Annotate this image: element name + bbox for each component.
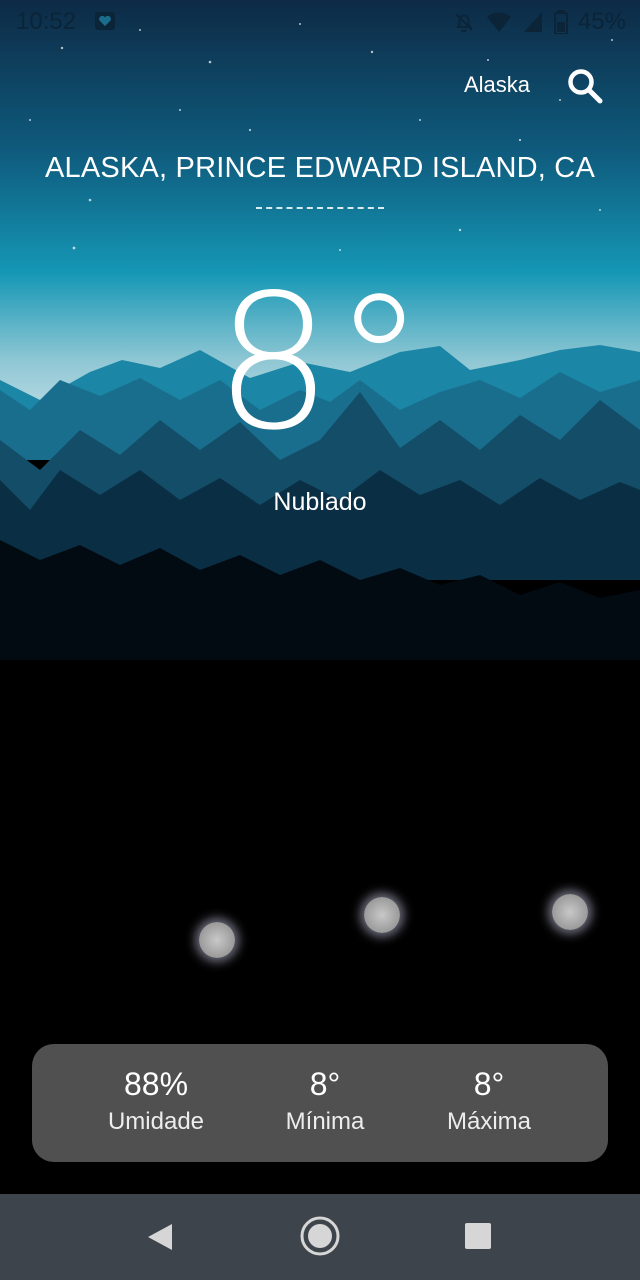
location-title: ALASKA, PRINCE EDWARD ISLAND, CA <box>44 152 595 184</box>
max-temp-value: 8° <box>473 1066 505 1102</box>
system-navigation-bar <box>0 1194 640 1280</box>
search-icon[interactable] <box>566 67 604 105</box>
city-name-link[interactable]: Alaska <box>464 72 530 98</box>
weather-stats-card: 88% Umidade 8° Mínima 8° Máxima <box>32 1044 608 1162</box>
max-temp-stat: 8° Máxima <box>409 1064 569 1140</box>
wifi-icon <box>486 12 511 32</box>
max-temp-label: Máxima <box>446 1108 531 1135</box>
heart-notification-icon <box>95 12 115 30</box>
status-time: 10:52 <box>16 8 77 35</box>
battery-icon <box>553 10 568 34</box>
location-underline <box>256 207 384 209</box>
cellular-signal-icon <box>523 12 542 32</box>
humidity-label: Umidade <box>107 1108 205 1135</box>
status-bar: 10:52 45% <box>0 0 640 44</box>
glowing-orb <box>199 922 235 958</box>
status-icons: 45% <box>452 8 626 36</box>
min-temp-value: 8° <box>309 1066 341 1102</box>
home-icon[interactable] <box>299 1215 341 1257</box>
humidity-value: 88% <box>123 1066 189 1102</box>
weather-screen: 10:52 45% Alaska ALASKA, PRINCE EDWARD I… <box>0 0 640 1280</box>
humidity-stat: 88% Umidade <box>76 1064 236 1140</box>
battery-percentage: 45% <box>577 8 626 35</box>
glowing-orb <box>364 897 400 933</box>
weather-condition: Nublado <box>273 488 367 516</box>
bell-off-icon <box>455 13 473 33</box>
current-temperature: 8° <box>214 254 426 471</box>
recents-icon[interactable] <box>465 1223 491 1249</box>
min-temp-label: Mínima <box>285 1108 365 1135</box>
back-icon[interactable] <box>146 1222 174 1252</box>
min-temp-stat: 8° Mínima <box>245 1064 405 1140</box>
glowing-orb <box>552 894 588 930</box>
